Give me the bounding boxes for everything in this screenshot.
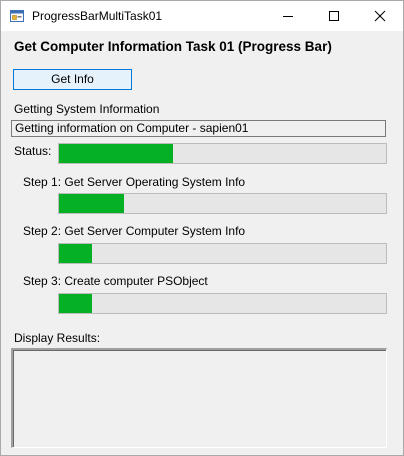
form-heading: Get Computer Information Task 01 (Progre… (14, 39, 332, 54)
status-textbox: Getting information on Computer - sapien… (11, 120, 386, 137)
minimize-button[interactable] (265, 1, 311, 31)
title-bar[interactable]: ProgressBarMultiTask01 (1, 1, 403, 31)
window-title: ProgressBarMultiTask01 (32, 9, 163, 23)
close-button[interactable] (357, 1, 403, 31)
form-app-icon (10, 10, 24, 22)
get-info-button[interactable]: Get Info (13, 69, 132, 90)
maximize-button[interactable] (311, 1, 357, 31)
step-2-progress-fill (59, 244, 92, 263)
close-icon (374, 10, 386, 22)
step-3-progress-fill (59, 294, 92, 313)
status-progress-bar (58, 143, 387, 164)
step-3-label: Step 3: Create computer PSObject (23, 274, 208, 288)
step-1-progress-fill (59, 194, 125, 213)
status-label: Status: (14, 144, 52, 158)
step-2-label: Step 2: Get Server Computer System Info (23, 224, 246, 238)
step-2-progress-bar (58, 243, 387, 264)
step-1-progress-bar (58, 193, 387, 214)
step-3-progress-bar (58, 293, 387, 314)
step-1-label: Step 1: Get Server Operating System Info (23, 175, 246, 189)
maximize-icon (329, 11, 339, 21)
results-label: Display Results: (14, 331, 101, 345)
app-window: ProgressBarMultiTask01 Get Computer Info… (0, 0, 404, 456)
results-textbox[interactable] (11, 348, 387, 448)
section-label: Getting System Information (14, 102, 160, 116)
status-progress-fill (59, 144, 174, 163)
minimize-icon (283, 16, 293, 17)
